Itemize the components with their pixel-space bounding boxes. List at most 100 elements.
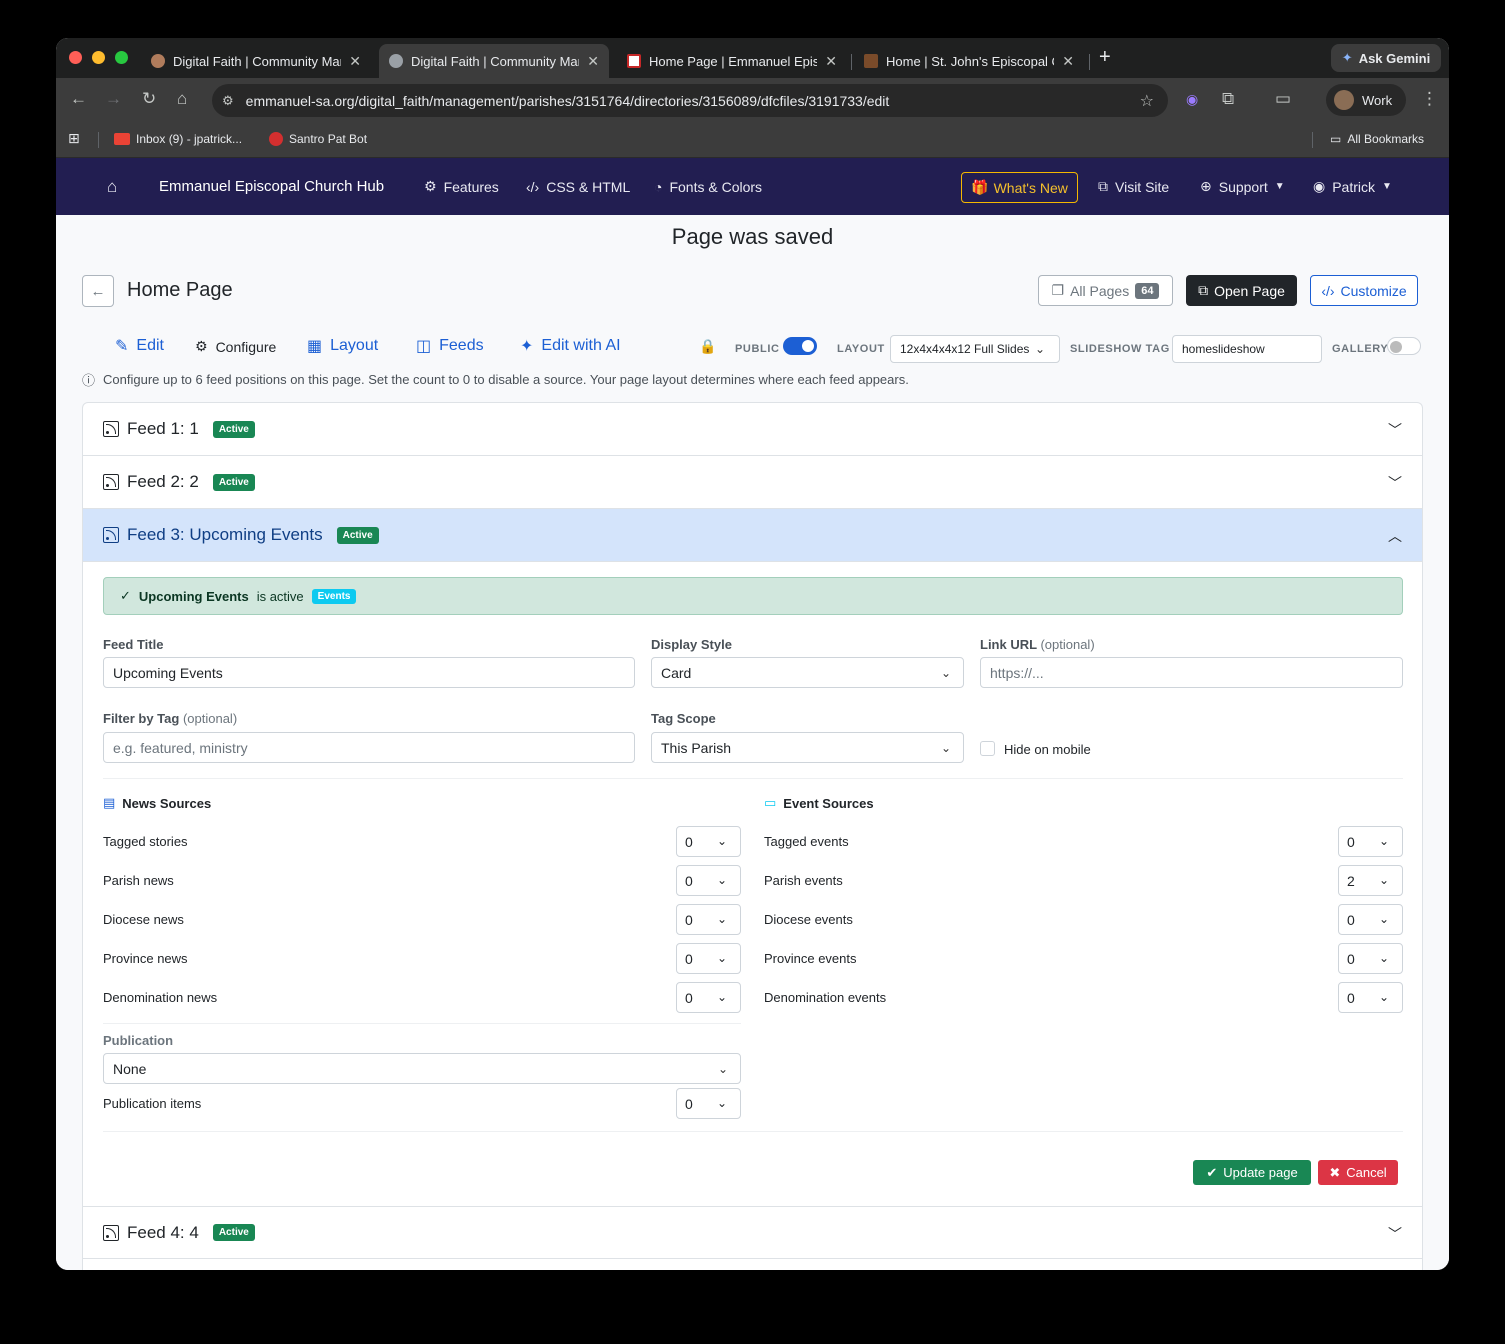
feed-4-header[interactable]: Feed 4: 4 Active ﹀ <box>83 1206 1422 1259</box>
minimize-window-button[interactable] <box>92 51 105 64</box>
close-tab-icon[interactable]: ✕ <box>825 53 837 70</box>
lifebuoy-icon: ⊕ <box>1200 178 1212 194</box>
new-tab-icon[interactable]: + <box>1099 46 1111 69</box>
forward-icon[interactable]: → <box>105 89 122 109</box>
page-title: Home Page <box>127 279 233 301</box>
tab-label: Feeds <box>439 337 484 354</box>
close-tab-icon[interactable]: ✕ <box>587 53 599 70</box>
whats-new-label: What's New <box>993 179 1068 196</box>
chevron-down-icon: ﹀ <box>1388 475 1402 491</box>
tab-title: Home Page | Emmanuel Episc <box>649 53 818 69</box>
whats-new-button[interactable]: 🎁 What's New <box>961 172 1078 203</box>
reload-icon[interactable]: ↻ <box>142 89 156 109</box>
cancel-button[interactable]: ✖ Cancel <box>1318 1160 1398 1185</box>
publication-items-select[interactable]: 0 ⌄ <box>676 1088 741 1119</box>
close-tab-icon[interactable]: ✕ <box>349 53 361 70</box>
back-button[interactable]: ← <box>82 275 114 307</box>
events-denomination-select[interactable]: 0 ⌄ <box>1338 982 1403 1013</box>
support-dropdown[interactable]: ⊕ Support ▼ <box>1200 158 1285 215</box>
feed-3-header[interactable]: Feed 3: Upcoming Events Active ︿ <box>83 509 1422 562</box>
address-bar[interactable]: ⚙ emmanuel-sa.org/digital_faith/manageme… <box>212 84 1168 117</box>
profile-button[interactable]: Work <box>1326 84 1406 116</box>
check-circle-icon: ✓ <box>120 588 131 603</box>
close-window-button[interactable] <box>69 51 82 64</box>
news-denomination-select[interactable]: 0 ⌄ <box>676 982 741 1013</box>
tag-scope-select[interactable]: This Parish ⌄ <box>651 732 964 763</box>
back-icon[interactable]: ← <box>70 89 87 109</box>
news-diocese-select[interactable]: 0 ⌄ <box>676 904 741 935</box>
extensions-puzzle-icon[interactable]: ⧉ <box>1222 89 1234 109</box>
link-url-label: Link URL (optional) <box>980 637 1095 652</box>
update-page-button[interactable]: ✔ Update page <box>1193 1160 1311 1185</box>
link-url-input[interactable]: https://... <box>980 657 1403 688</box>
display-style-value: Card <box>661 664 692 681</box>
hide-mobile-checkbox[interactable] <box>980 741 995 756</box>
news-province-select[interactable]: 0 ⌄ <box>676 943 741 974</box>
close-tab-icon[interactable]: ✕ <box>1062 53 1074 70</box>
tab-search-icon[interactable]: ▭ <box>1275 89 1291 109</box>
public-toggle[interactable] <box>783 337 817 355</box>
nav-fonts-colors[interactable]: ◔ Fonts & Colors <box>654 158 762 215</box>
publication-select[interactable]: None ⌄ <box>103 1053 741 1084</box>
customize-button[interactable]: ‹/› Customize <box>1310 275 1418 306</box>
extension-icon[interactable]: ◉ <box>1186 91 1198 108</box>
chevron-down-icon: ⌄ <box>1378 990 1389 1004</box>
nav-features[interactable]: ⚙ Features <box>424 158 499 215</box>
all-bookmarks-button[interactable]: ▭ All Bookmarks <box>1330 132 1424 146</box>
nav-css-html[interactable]: ‹/› CSS & HTML <box>526 158 630 215</box>
chevron-down-icon: ⌄ <box>716 834 727 848</box>
menu-kebab-icon[interactable]: ⋮ <box>1421 89 1438 109</box>
bookmark-inbox[interactable]: Inbox (9) - jpatrick... <box>114 132 242 146</box>
browser-tab-1[interactable]: Digital Faith | Community Man ✕ <box>141 44 371 78</box>
bookmark-santro[interactable]: Santro Pat Bot <box>269 132 367 146</box>
events-diocese-select[interactable]: 0 ⌄ <box>1338 904 1403 935</box>
browser-tab-4[interactable]: Home | St. John's Episcopal C ✕ <box>854 44 1084 78</box>
external-link-icon: ⧉ <box>1098 178 1108 194</box>
brand-title[interactable]: Emmanuel Episcopal Church Hub <box>159 158 384 215</box>
browser-tab-2[interactable]: Digital Faith | Community Man ✕ <box>379 44 609 78</box>
feed-1-header[interactable]: Feed 1: 1 Active ﹀ <box>83 403 1422 456</box>
events-province-select[interactable]: 0 ⌄ <box>1338 943 1403 974</box>
tab-configure[interactable]: ⚙ Configure <box>195 338 276 355</box>
open-page-button[interactable]: ⧉ Open Page <box>1186 275 1297 306</box>
filter-tag-input[interactable]: e.g. featured, ministry <box>103 732 635 763</box>
count-value: 0 <box>685 1095 693 1112</box>
chevron-down-icon: ⌄ <box>716 873 727 887</box>
events-tagged-select[interactable]: 0 ⌄ <box>1338 826 1403 857</box>
events-parish-select[interactable]: 2 ⌄ <box>1338 865 1403 896</box>
gallery-label: GALLERY <box>1332 343 1389 355</box>
tab-feeds[interactable]: ◫ Feeds <box>416 336 484 356</box>
ask-gemini-label: Ask Gemini <box>1358 50 1431 66</box>
home-icon[interactable]: ⌂ <box>107 158 117 215</box>
tab-edit-with-ai[interactable]: ✦ Edit with AI <box>520 336 621 356</box>
gallery-toggle[interactable] <box>1387 337 1421 355</box>
home-icon[interactable]: ⌂ <box>177 89 187 109</box>
news-tagged-select[interactable]: 0 ⌄ <box>676 826 741 857</box>
news-sources-heading: ▤ News Sources <box>103 795 211 811</box>
rss-icon <box>103 474 119 490</box>
user-dropdown[interactable]: ◉ Patrick ▼ <box>1313 158 1392 215</box>
user-icon: ◉ <box>1313 178 1326 194</box>
gift-icon: 🎁 <box>971 179 989 195</box>
layout-select[interactable]: 12x4x4x4x12 Full Slides ⌄ <box>890 335 1060 363</box>
maximize-window-button[interactable] <box>115 51 128 64</box>
news-source-label: Province news <box>103 951 188 966</box>
ask-gemini-button[interactable]: ✦ Ask Gemini <box>1331 44 1441 72</box>
news-parish-select[interactable]: 0 ⌄ <box>676 865 741 896</box>
feed-title-input[interactable]: Upcoming Events <box>103 657 635 688</box>
caret-down-icon: ▼ <box>1274 181 1285 192</box>
tab-edit[interactable]: ✎ Edit <box>115 336 164 356</box>
apps-grid-icon[interactable]: ⊞ <box>68 130 80 147</box>
all-pages-button[interactable]: ❐ All Pages 64 <box>1038 275 1173 306</box>
slideshow-tag-input[interactable]: homeslideshow <box>1172 335 1322 363</box>
bookmark-separator <box>98 132 99 148</box>
display-style-select[interactable]: Card ⌄ <box>651 657 964 688</box>
tab-layout[interactable]: ▦ Layout <box>307 336 378 356</box>
browser-tab-3[interactable]: Home Page | Emmanuel Episc ✕ <box>617 44 847 78</box>
url-text: emmanuel-sa.org/digital_faith/management… <box>245 92 890 109</box>
bookmark-star-icon[interactable]: ☆ <box>1140 91 1154 111</box>
visit-site-link[interactable]: ⧉ Visit Site <box>1098 158 1169 215</box>
site-settings-icon[interactable]: ⚙ <box>222 93 234 109</box>
status-badge: Active <box>212 1224 255 1241</box>
feed-2-header[interactable]: Feed 2: 2 Active ﹀ <box>83 456 1422 509</box>
